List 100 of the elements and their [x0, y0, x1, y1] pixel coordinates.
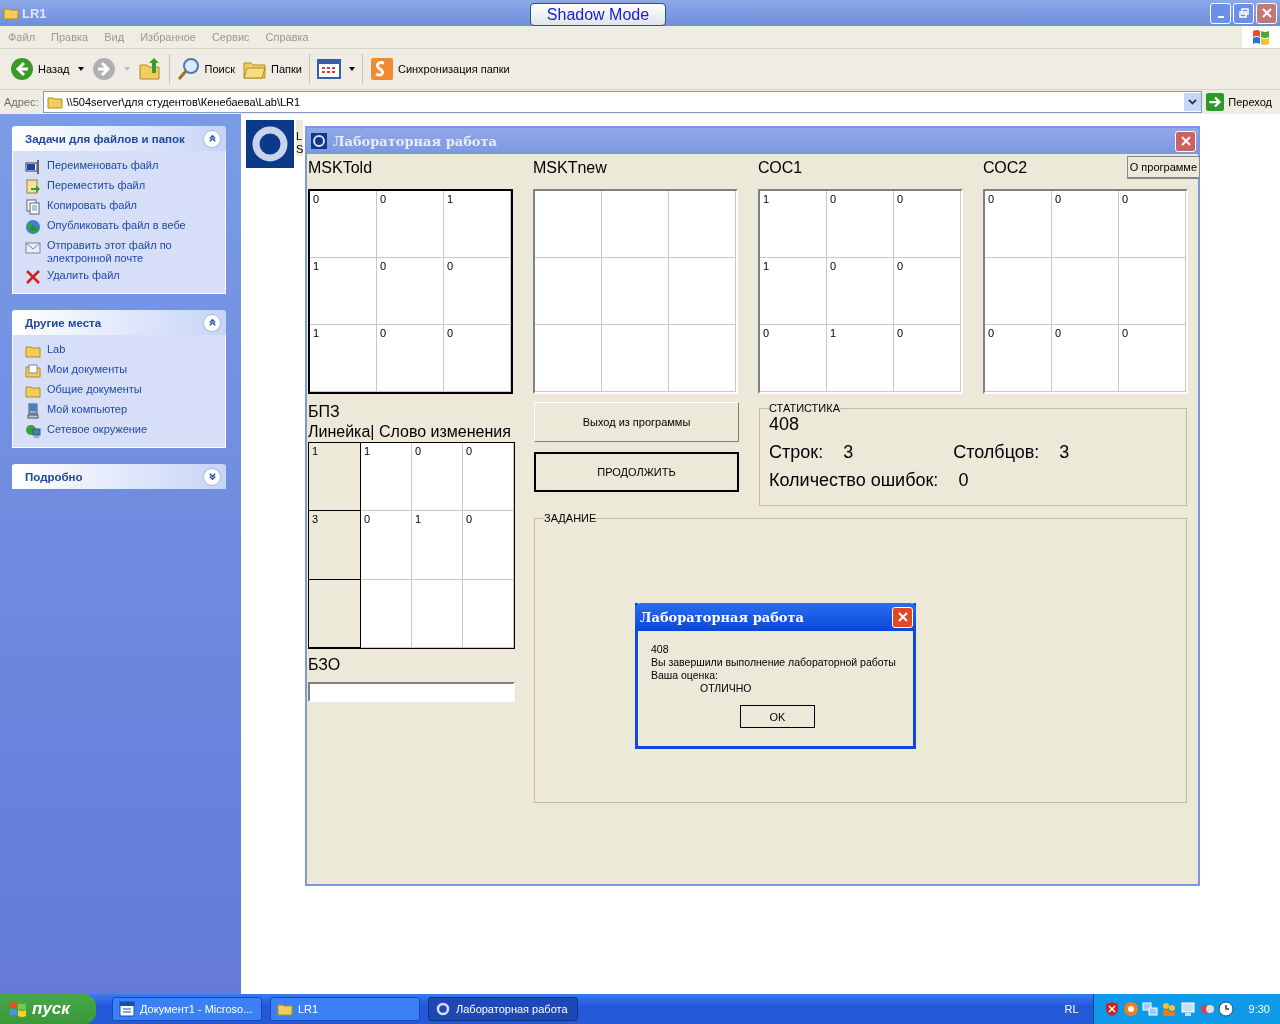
- folders-button[interactable]: Папки: [239, 53, 306, 85]
- dialog-title: Лабораторная работа: [640, 609, 804, 625]
- table-cell[interactable]: 0: [361, 511, 412, 580]
- table-cell[interactable]: 0: [985, 191, 1052, 258]
- table-cell[interactable]: 0: [1052, 191, 1119, 258]
- table-cell[interactable]: 0: [827, 191, 894, 258]
- data-grid[interactable]: 0 0 1 1 0 0 1 0 0: [308, 189, 513, 394]
- dropdown-button[interactable]: [1184, 93, 1202, 111]
- collapse-chevron-icon[interactable]: [203, 313, 221, 332]
- table-cell[interactable]: 0: [985, 325, 1052, 392]
- task-link[interactable]: Сетевое окружение: [47, 423, 148, 436]
- rename-icon: [25, 159, 41, 175]
- table-cell[interactable]: 1: [444, 191, 511, 258]
- table-cell[interactable]: 0: [1119, 325, 1186, 392]
- globe-icon: [25, 219, 41, 235]
- taskbar-button[interactable]: Документ1 - Microso...: [112, 997, 262, 1021]
- exit-button[interactable]: Выход из программы: [534, 402, 739, 442]
- table-cell[interactable]: 0: [444, 325, 511, 392]
- table-cell[interactable]: 0: [894, 258, 961, 325]
- task-link[interactable]: Переименовать файл: [47, 159, 159, 172]
- go-button[interactable]: Переход: [1206, 93, 1278, 111]
- app-ring-icon[interactable]: [246, 120, 294, 168]
- task-link[interactable]: Переместить файл: [47, 179, 146, 192]
- panel-title[interactable]: Другие места: [25, 316, 102, 329]
- bpz-grid[interactable]: 1 1 0 0 3 0 1 0: [308, 442, 515, 649]
- task-link[interactable]: Копировать файл: [47, 199, 137, 212]
- table-cell[interactable]: 0: [1052, 325, 1119, 392]
- table-cell[interactable]: 1: [310, 258, 377, 325]
- table-cell[interactable]: 0: [377, 191, 444, 258]
- clock-app-icon[interactable]: [1217, 1001, 1234, 1017]
- table-cell[interactable]: 1: [760, 191, 827, 258]
- ring-icon[interactable]: [1122, 1001, 1139, 1017]
- task-link[interactable]: Отправить этот файл по электронной почте: [47, 239, 219, 265]
- ok-button[interactable]: OK: [740, 705, 815, 728]
- statistics-value: 408: [769, 414, 801, 434]
- collapse-chevron-icon[interactable]: [203, 129, 221, 148]
- table-cell[interactable]: [309, 579, 361, 648]
- bpz-label: БПЗ: [308, 402, 341, 422]
- sync-icon: [369, 57, 394, 81]
- window-title: LR1: [22, 5, 47, 21]
- task-title: ЗАДАНИЕ: [544, 512, 597, 524]
- dropdown-arrow-icon: [348, 67, 355, 71]
- table-cell[interactable]: 0: [1119, 191, 1186, 258]
- table-cell[interactable]: 0: [894, 325, 961, 392]
- data-grid[interactable]: 0 0 0 0 0 0: [983, 189, 1188, 394]
- sync-button[interactable]: Синхронизация папки: [365, 53, 514, 85]
- table-cell[interactable]: 0: [894, 191, 961, 258]
- table-cell[interactable]: 0: [377, 325, 444, 392]
- taskbar-button[interactable]: Лабораторная работа: [428, 997, 578, 1021]
- table-cell[interactable]: 3: [309, 511, 361, 580]
- minimize-button[interactable]: [1210, 2, 1231, 24]
- restore-button[interactable]: [1233, 2, 1254, 24]
- close-icon: [1180, 136, 1191, 146]
- table-cell[interactable]: 0: [760, 325, 827, 392]
- delete-icon: [25, 269, 41, 285]
- close-button[interactable]: [892, 606, 913, 628]
- shield-icon[interactable]: [1103, 1001, 1120, 1017]
- task-link[interactable]: Мой компьютер: [47, 403, 128, 416]
- network-icon[interactable]: [1141, 1001, 1158, 1017]
- bpz-header: Линейка| Слово изменения: [308, 422, 512, 442]
- table-cell[interactable]: 0: [444, 258, 511, 325]
- close-button[interactable]: [1175, 130, 1196, 152]
- table-cell[interactable]: 0: [463, 443, 514, 512]
- table-cell[interactable]: 0: [310, 191, 377, 258]
- monitor-icon[interactable]: [1179, 1001, 1196, 1017]
- table-cell[interactable]: 1: [827, 325, 894, 392]
- table-cell[interactable]: 1: [361, 443, 412, 512]
- table-cell[interactable]: 0: [377, 258, 444, 325]
- close-button[interactable]: [1256, 2, 1277, 24]
- folder-icon: [3, 5, 19, 21]
- shadow-mode-button[interactable]: Shadow Mode: [530, 3, 666, 26]
- task-link[interactable]: Общие документы: [47, 383, 142, 396]
- rows-value: 3: [843, 442, 854, 462]
- continue-button[interactable]: ПРОДОЛЖИТЬ: [534, 452, 739, 492]
- task-link[interactable]: Мои документы: [47, 363, 128, 376]
- data-grid[interactable]: 1 0 0 1 0 0 0 1 0: [758, 189, 963, 394]
- language-indicator[interactable]: RL: [1064, 1003, 1079, 1015]
- dialog-message: 408: [651, 643, 670, 656]
- table-cell[interactable]: 1: [309, 443, 361, 512]
- table-cell[interactable]: 1: [412, 511, 463, 580]
- table-cell[interactable]: 1: [310, 325, 377, 392]
- app-ring-icon: [311, 133, 327, 149]
- back-button[interactable]: Назад: [6, 53, 88, 85]
- users-icon[interactable]: [1160, 1001, 1177, 1017]
- close-icon: [897, 612, 908, 622]
- taskbar-button[interactable]: LR1: [270, 997, 420, 1021]
- task-link[interactable]: Опубликовать файл в вебе: [47, 219, 186, 232]
- bzo-field[interactable]: [308, 682, 515, 702]
- address-field[interactable]: \\504server\для студентов\Кенебаева\Lab\LR1: [42, 91, 1203, 113]
- table-cell[interactable]: 1: [760, 258, 827, 325]
- table-cell[interactable]: 0: [463, 511, 514, 580]
- task-link[interactable]: Удалить файл: [47, 269, 120, 282]
- table-cell[interactable]: 0: [827, 258, 894, 325]
- task-link[interactable]: Lab: [47, 343, 66, 356]
- search-button[interactable]: Поиск: [172, 53, 239, 85]
- expand-chevron-icon[interactable]: [203, 467, 221, 486]
- panel-title[interactable]: Подробно: [25, 470, 83, 483]
- windows-flag-icon: [8, 999, 28, 1019]
- about-button[interactable]: О программе: [1126, 156, 1200, 179]
- table-cell[interactable]: 0: [412, 443, 463, 512]
